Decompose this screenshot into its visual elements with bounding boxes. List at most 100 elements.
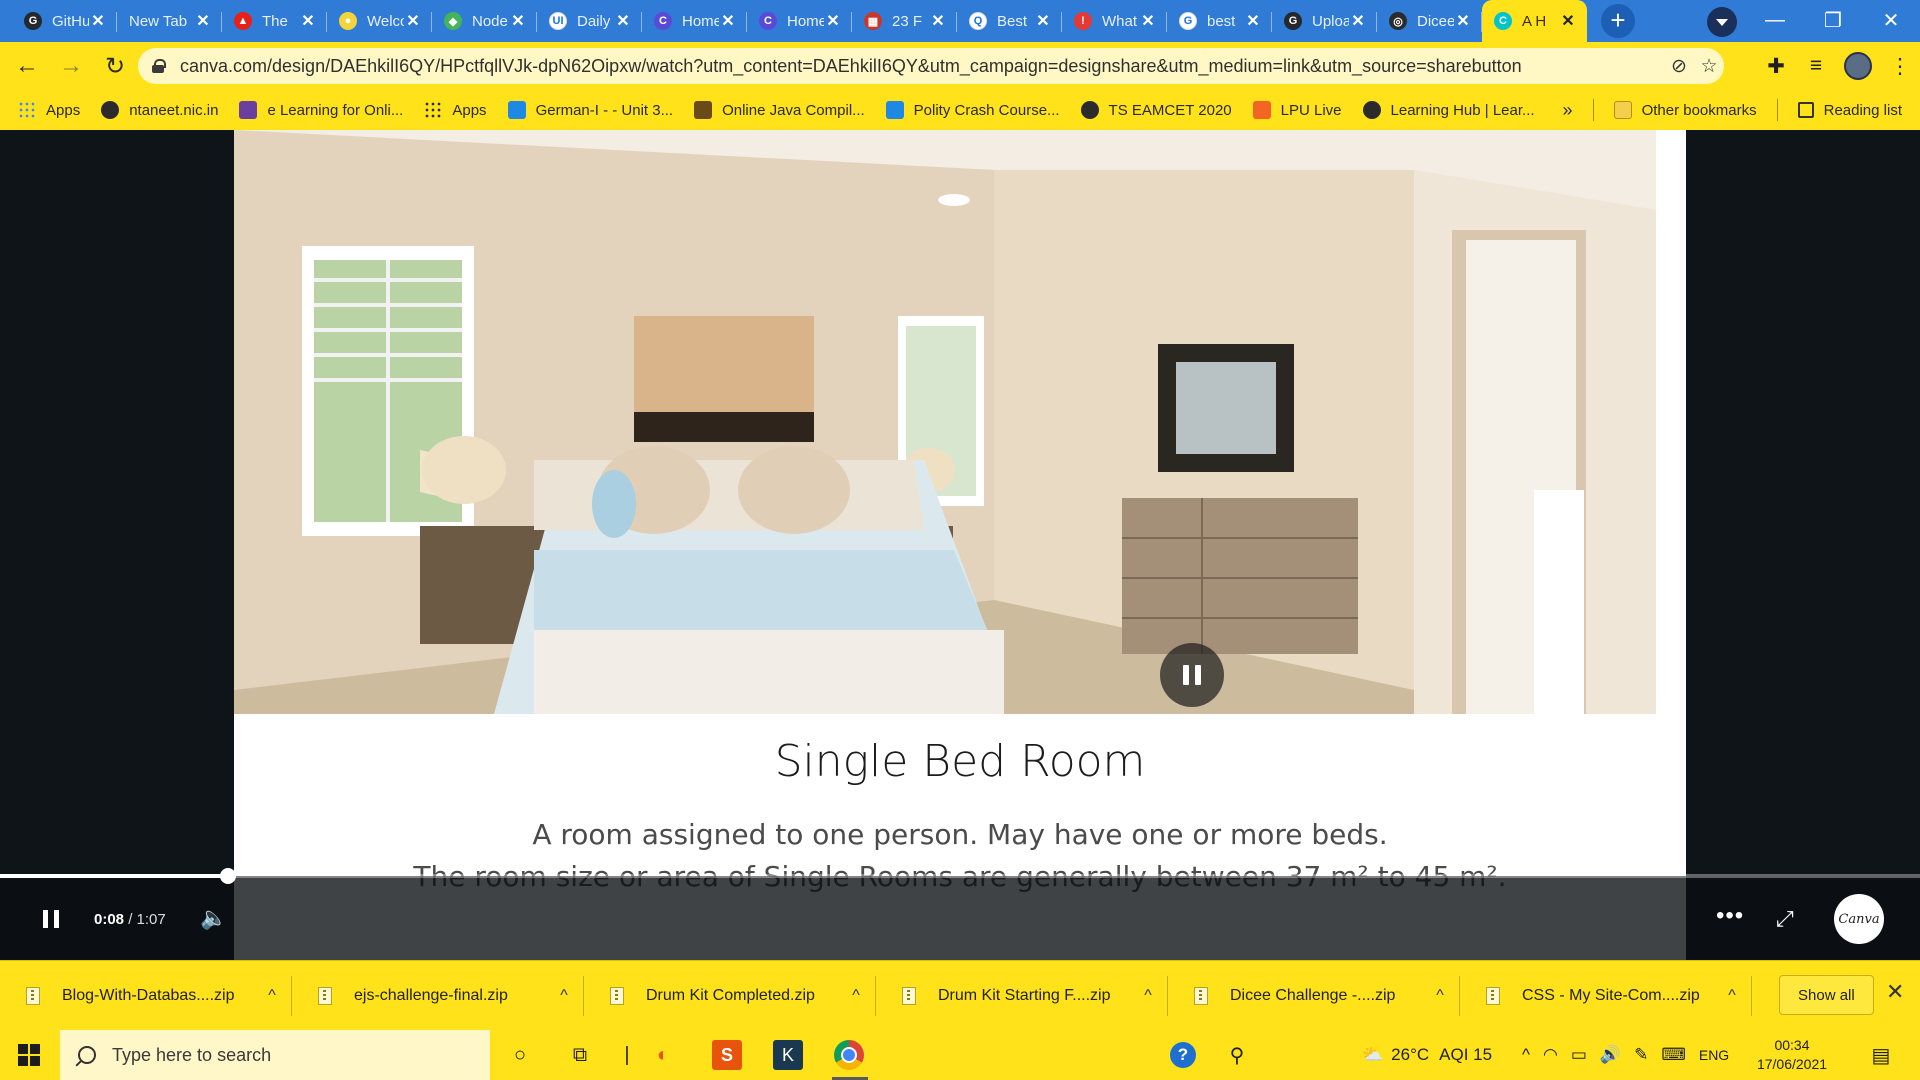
- keyboard-icon[interactable]: ⌨: [1661, 1045, 1686, 1065]
- volume-icon[interactable]: 🔈: [200, 905, 227, 931]
- translate-icon[interactable]: ⊘: [1664, 55, 1694, 78]
- people-icon[interactable]: ⚲: [1222, 1040, 1252, 1070]
- media-control-icon[interactable]: ≡: [1796, 54, 1836, 78]
- minimize-button[interactable]: —: [1746, 0, 1804, 40]
- restore-button[interactable]: ❐: [1804, 0, 1862, 40]
- tab[interactable]: C Home ✕: [642, 0, 747, 42]
- vscode-like-app-icon[interactable]: ◐: [648, 1040, 678, 1070]
- close-window-button[interactable]: ✕: [1862, 0, 1920, 40]
- bookmark-item[interactable]: TS EAMCET 2020: [1080, 101, 1232, 119]
- tab[interactable]: UI Daily ✕: [537, 0, 642, 42]
- extensions-puzzle-icon[interactable]: ✚: [1756, 54, 1796, 79]
- seek-bar[interactable]: [0, 868, 1920, 884]
- krita-icon[interactable]: K: [773, 1040, 803, 1070]
- task-view-icon[interactable]: ⧉: [565, 1040, 595, 1070]
- tab[interactable]: ▦ 23 F ✕: [852, 0, 957, 42]
- tab[interactable]: C A H ✕: [1482, 0, 1587, 42]
- chevron-up-icon[interactable]: ^: [1128, 987, 1168, 1005]
- tab[interactable]: C Home ✕: [747, 0, 852, 42]
- chevron-up-icon[interactable]: ^: [1712, 987, 1752, 1005]
- tab[interactable]: ◆ Node ✕: [432, 0, 537, 42]
- lock-icon[interactable]: [152, 59, 166, 73]
- tab[interactable]: Gbest ✕: [1167, 0, 1272, 42]
- tab[interactable]: ● Welcome✕: [327, 0, 432, 42]
- new-tab-button[interactable]: +: [1601, 4, 1635, 38]
- notifications-icon[interactable]: ▤: [1866, 1040, 1896, 1070]
- back-button[interactable]: ←: [10, 49, 44, 83]
- tab-search-button[interactable]: [1707, 7, 1737, 37]
- bookmark-star-icon[interactable]: ☆: [1694, 55, 1724, 78]
- sublime-text-icon[interactable]: S: [712, 1040, 742, 1070]
- bookmark-item[interactable]: Learning Hub | Lear...: [1362, 101, 1535, 119]
- download-item[interactable]: CSS - My Site-Com....zip ^: [1460, 968, 1752, 1024]
- cortana-icon[interactable]: ○: [505, 1040, 535, 1070]
- taskbar-search-box[interactable]: Type here to search: [60, 1030, 490, 1080]
- tab[interactable]: Q Best ✕: [957, 0, 1062, 42]
- reading-list-button[interactable]: Reading list: [1797, 102, 1902, 119]
- bookmark-item[interactable]: e Learning for Onli...: [239, 101, 403, 119]
- pause-overlay-button[interactable]: [1160, 643, 1224, 707]
- more-options-icon[interactable]: •••: [1716, 902, 1744, 930]
- show-all-downloads-button[interactable]: Show all: [1779, 975, 1874, 1015]
- tab[interactable]: G Upload✕: [1272, 0, 1377, 42]
- help-icon[interactable]: ?: [1170, 1042, 1196, 1068]
- close-tab-icon[interactable]: ✕: [194, 11, 212, 31]
- system-clock[interactable]: 00:34 17/06/2021: [1752, 1036, 1832, 1074]
- close-tab-icon[interactable]: ✕: [719, 11, 737, 31]
- download-item[interactable]: Blog-With-Databas....zip ^: [0, 968, 292, 1024]
- language-indicator[interactable]: ENG: [1699, 1047, 1729, 1063]
- chevron-up-icon[interactable]: ^: [252, 987, 292, 1005]
- bookmarks-overflow-button[interactable]: »: [1563, 100, 1573, 121]
- kebab-menu-icon[interactable]: ⋮: [1880, 54, 1920, 79]
- chevron-up-icon[interactable]: ^: [544, 987, 584, 1005]
- address-bar[interactable]: canva.com/design/DAEhkilI6QY/HPctfqllVJk…: [138, 48, 1724, 84]
- canva-logo[interactable]: Canva: [1834, 894, 1884, 944]
- weather-widget[interactable]: ⛅ 26°C AQI 15: [1362, 1030, 1492, 1080]
- pen-icon[interactable]: ✎: [1634, 1045, 1648, 1065]
- fullscreen-icon[interactable]: ⤢: [1776, 906, 1794, 932]
- battery-icon[interactable]: ▭: [1571, 1045, 1587, 1065]
- close-tab-icon[interactable]: ✕: [1034, 11, 1052, 31]
- bookmark-item[interactable]: LPU Live: [1252, 101, 1342, 119]
- close-tab-icon[interactable]: ✕: [1349, 11, 1367, 31]
- download-item[interactable]: ejs-challenge-final.zip ^: [292, 968, 584, 1024]
- download-item[interactable]: Dicee Challenge -....zip ^: [1168, 968, 1460, 1024]
- download-item[interactable]: Drum Kit Completed.zip ^: [584, 968, 876, 1024]
- pause-button[interactable]: [40, 910, 62, 932]
- tab[interactable]: ! What ✕: [1062, 0, 1167, 42]
- close-tab-icon[interactable]: ✕: [299, 11, 317, 31]
- other-bookmarks-folder[interactable]: Other bookmarks: [1613, 101, 1757, 119]
- close-tab-icon[interactable]: ✕: [929, 11, 947, 31]
- chrome-icon[interactable]: [834, 1040, 864, 1070]
- tab[interactable]: ▲ The ✕: [222, 0, 327, 42]
- close-tab-icon[interactable]: ✕: [614, 11, 632, 31]
- chevron-up-icon[interactable]: ^: [1420, 987, 1460, 1005]
- url-text[interactable]: canva.com/design/DAEhkilI6QY/HPctfqllVJk…: [180, 56, 1664, 77]
- bookmark-item[interactable]: Online Java Compil...: [694, 101, 865, 119]
- bookmark-item[interactable]: Apps: [424, 101, 487, 119]
- speaker-icon[interactable]: 🔊: [1600, 1045, 1621, 1065]
- bookmark-item[interactable]: ntaneet.nic.in: [101, 101, 218, 119]
- close-tab-icon[interactable]: ✕: [1139, 11, 1157, 31]
- close-downloads-icon[interactable]: ✕: [1886, 979, 1904, 1005]
- forward-button[interactable]: →: [54, 49, 88, 83]
- bookmark-item[interactable]: Polity Crash Course...: [885, 101, 1060, 119]
- close-tab-icon[interactable]: ✕: [404, 11, 422, 31]
- wifi-icon[interactable]: ◠: [1543, 1045, 1558, 1065]
- bookmark-item[interactable]: Apps: [18, 101, 80, 119]
- show-hidden-icons-icon[interactable]: ^: [1522, 1045, 1530, 1065]
- reload-button[interactable]: ↻: [98, 49, 132, 83]
- profile-avatar[interactable]: [1844, 52, 1872, 80]
- tab[interactable]: G GitHub✕: [12, 0, 117, 42]
- tab[interactable]: New Tab ✕: [117, 0, 222, 42]
- tab[interactable]: ◎ Dicee ✕: [1377, 0, 1482, 42]
- download-item[interactable]: Drum Kit Starting F....zip ^: [876, 968, 1168, 1024]
- close-tab-icon[interactable]: ✕: [89, 11, 107, 31]
- windows-start-button[interactable]: [18, 1044, 40, 1066]
- close-tab-icon[interactable]: ✕: [1559, 11, 1577, 31]
- chevron-up-icon[interactable]: ^: [836, 987, 876, 1005]
- bookmark-item[interactable]: German-I - - Unit 3...: [507, 101, 673, 119]
- close-tab-icon[interactable]: ✕: [509, 11, 527, 31]
- close-tab-icon[interactable]: ✕: [1244, 11, 1262, 31]
- close-tab-icon[interactable]: ✕: [1454, 11, 1472, 31]
